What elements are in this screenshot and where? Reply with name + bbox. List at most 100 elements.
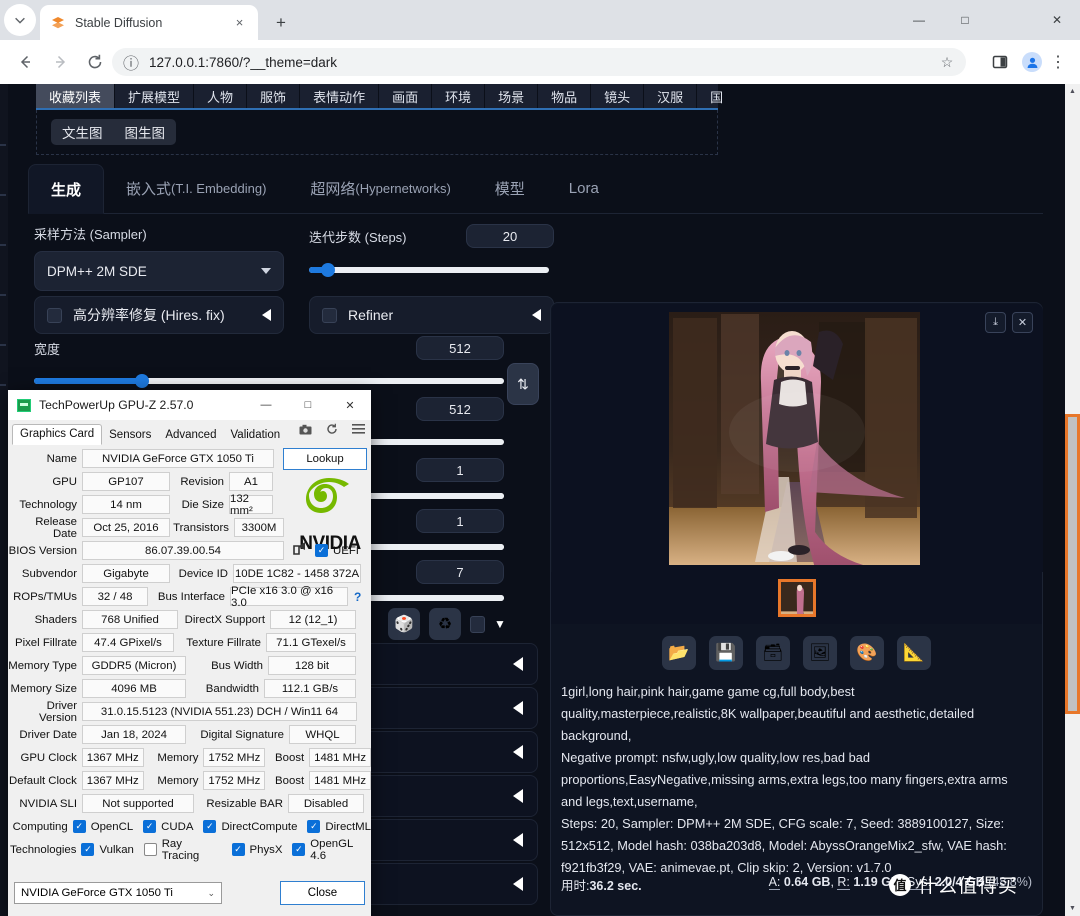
send-to-img2img-icon[interactable]: 🖼 [803, 636, 837, 670]
gpuz-close-button[interactable]: ✕ [329, 390, 371, 420]
sd-tab-0[interactable]: 生成 [28, 164, 104, 214]
computing-opencl-checkbox[interactable]: ✓OpenCL [73, 820, 133, 833]
refiner-row[interactable]: Refiner [309, 296, 554, 334]
back-button[interactable] [10, 47, 40, 77]
cfg-scale-value[interactable]: 7 [416, 560, 504, 584]
category-tab-7[interactable]: 场景 [485, 84, 538, 108]
split-view-icon[interactable] [988, 50, 1012, 74]
extra-seed-checkbox[interactable] [470, 616, 485, 633]
category-tab-0[interactable]: 收藏列表 [36, 84, 115, 108]
profile-avatar[interactable] [1020, 50, 1044, 74]
computing-directcompute-checkbox[interactable]: ✓DirectCompute [203, 820, 297, 833]
save-icon[interactable]: 💾 [709, 636, 743, 670]
gpuz-maximize-button[interactable]: □ [287, 390, 329, 420]
technologies-ray-tracing-checkbox[interactable]: Ray Tracing [144, 838, 222, 862]
gallery-thumbnail[interactable] [778, 579, 816, 617]
gpuz-sli-label: NVIDIA SLI [8, 798, 82, 810]
batch-size-value[interactable]: 1 [416, 509, 504, 533]
window-close-button[interactable]: ✕ [1034, 0, 1080, 40]
swap-dimensions-button[interactable]: ⇅ [507, 363, 539, 405]
zip-icon[interactable]: 🗃 [756, 636, 790, 670]
bus-interface-help-icon[interactable]: ? [354, 590, 361, 604]
gpuz-tab-validation[interactable]: Validation [223, 426, 287, 445]
browser-menu-icon[interactable]: ⋮ [1046, 50, 1070, 74]
open-folder-icon[interactable]: 📂 [662, 636, 696, 670]
stable-diffusion-icon [50, 15, 66, 31]
sd-tab-4[interactable]: Lora [547, 163, 621, 213]
height-value[interactable]: 512 [416, 397, 504, 421]
send-to-inpaint-icon[interactable]: 🎨 [850, 636, 884, 670]
gpuz-tab-row: Graphics CardSensorsAdvancedValidation [8, 420, 371, 445]
reuse-seed-recycle-icon[interactable]: ♻ [429, 608, 461, 640]
send-to-extras-icon[interactable]: 📐 [897, 636, 931, 670]
batch-count-value[interactable]: 1 [416, 458, 504, 482]
category-tab-1[interactable]: 扩展模型 [115, 84, 194, 108]
address-bar[interactable]: ⓘ 127.0.0.1:7860/?__theme=dark ☆ [112, 48, 966, 76]
gpuz-minimize-button[interactable]: — [245, 390, 287, 420]
hamburger-menu-icon[interactable] [352, 424, 365, 437]
browser-tab[interactable]: Stable Diffusion × [40, 5, 258, 40]
scrollbar-thumb[interactable] [1065, 414, 1080, 714]
arrow-left-icon [16, 53, 34, 71]
collapse-arrow-icon[interactable] [532, 309, 541, 321]
collapse-arrow-icon [513, 745, 523, 759]
download-image-button[interactable]: ⤓ [985, 312, 1006, 333]
sd-tab-1[interactable]: 嵌入式 (T.I. Embedding) [104, 163, 288, 213]
refresh-icon[interactable] [326, 423, 338, 438]
mode-pill-0[interactable]: 文生图 [51, 119, 114, 145]
category-tab-11[interactable]: 国 [697, 84, 737, 108]
sd-tab-2[interactable]: 超网络 (Hypernetworks) [288, 163, 472, 213]
category-tab-3[interactable]: 服饰 [247, 84, 300, 108]
computing-cuda-checkbox[interactable]: ✓CUDA [143, 820, 193, 833]
category-tab-8[interactable]: 物品 [538, 84, 591, 108]
category-tab-2[interactable]: 人物 [194, 84, 247, 108]
generated-image[interactable] [669, 312, 920, 565]
bookmark-star-icon[interactable]: ☆ [936, 51, 958, 73]
category-tab-5[interactable]: 画面 [379, 84, 432, 108]
camera-icon[interactable] [299, 424, 312, 438]
technologies-physx-checkbox[interactable]: ✓PhysX [232, 838, 283, 862]
reload-button[interactable] [80, 47, 110, 77]
scroll-down-arrow-icon[interactable]: ▼ [1065, 901, 1080, 916]
sampler-select[interactable]: DPM++ 2M SDE [34, 251, 284, 291]
bios-export-icon[interactable] [292, 541, 308, 561]
gpuz-device-selector[interactable]: NVIDIA GeForce GTX 1050 Ti ⌄ [14, 882, 222, 904]
forward-button[interactable] [46, 47, 76, 77]
steps-slider[interactable] [309, 267, 549, 273]
technologies-opengl-4-6-checkbox[interactable]: ✓OpenGL 4.6 [292, 838, 371, 862]
refiner-checkbox[interactable] [322, 308, 337, 323]
hires-fix-checkbox[interactable] [47, 308, 62, 323]
gpuz-uefi-checkbox[interactable]: ✓UEFI [315, 544, 359, 557]
steps-value[interactable]: 20 [466, 224, 554, 248]
random-seed-dice-icon[interactable]: 🎲 [388, 608, 420, 640]
tab-search-button[interactable] [4, 4, 36, 36]
page-scrollbar[interactable]: ▲ ▼ [1065, 84, 1080, 916]
site-info-icon[interactable]: ⓘ [122, 53, 140, 71]
extra-seed-caret-icon[interactable]: ▼ [494, 617, 506, 631]
category-tab-6[interactable]: 环境 [432, 84, 485, 108]
gpuz-close-action-button[interactable]: Close [280, 881, 365, 905]
tab-close-button[interactable]: × [231, 14, 248, 31]
sd-tab-3[interactable]: 模型 [473, 163, 547, 213]
close-image-button[interactable]: ✕ [1012, 312, 1033, 333]
new-tab-button[interactable]: + [268, 10, 294, 36]
gpuz-tab-advanced[interactable]: Advanced [158, 426, 223, 445]
hires-fix-row[interactable]: 高分辨率修复 (Hires. fix) [34, 296, 284, 334]
scroll-up-arrow-icon[interactable]: ▲ [1065, 84, 1080, 99]
technologies-vulkan-checkbox[interactable]: ✓Vulkan [81, 838, 133, 862]
collapse-arrow-icon[interactable] [262, 309, 271, 321]
window-maximize-button[interactable]: □ [942, 0, 988, 40]
gpuz-tab-sensors[interactable]: Sensors [102, 426, 158, 445]
gpuz-pixel-fillrate-value: 47.4 GPixel/s [82, 633, 174, 652]
width-slider[interactable] [34, 378, 504, 384]
category-tab-4[interactable]: 表情动作 [300, 84, 379, 108]
width-value[interactable]: 512 [416, 336, 504, 360]
mode-pill-1[interactable]: 图生图 [114, 119, 177, 145]
category-tab-10[interactable]: 汉服 [644, 84, 697, 108]
window-minimize-button[interactable]: — [896, 0, 942, 40]
gpuz-window[interactable]: TechPowerUp GPU-Z 2.57.0 — □ ✕ Graphics … [8, 390, 371, 916]
category-tab-9[interactable]: 镜头 [591, 84, 644, 108]
gpuz-tab-graphics-card[interactable]: Graphics Card [12, 424, 102, 445]
computing-directml-checkbox[interactable]: ✓DirectML [307, 820, 371, 833]
gpuz-lookup-button[interactable]: Lookup [283, 448, 367, 470]
